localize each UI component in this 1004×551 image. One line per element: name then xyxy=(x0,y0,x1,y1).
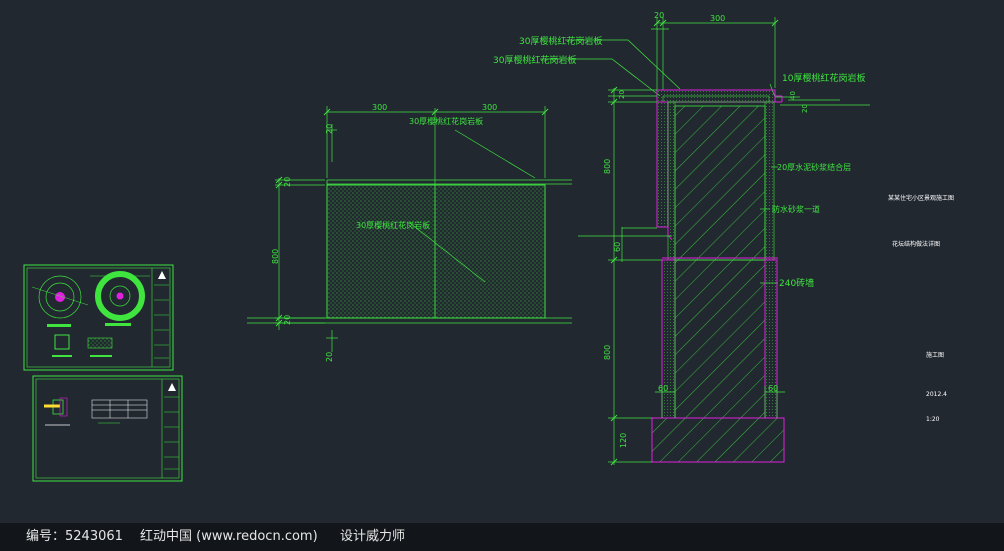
section-label-granite-30-a: 30厚樱桃红花岗岩板 xyxy=(519,35,602,47)
section-dim-20-top: 20 xyxy=(654,11,664,20)
title-stage: 施工图 xyxy=(926,351,944,359)
section-drawing: 20 300 30厚樱桃红花岗岩板 30厚樱桃红花岗岩板 10厚樱桃红花岗岩板 … xyxy=(493,11,870,466)
section-footing xyxy=(651,417,785,463)
thumbnail-sheet-1[interactable] xyxy=(23,264,174,371)
section-dim-40: 40 xyxy=(789,91,797,100)
elevation-dim-800: 800 xyxy=(271,249,280,264)
elevation-dim-20-below: 20 xyxy=(325,352,334,362)
elevation-dim-20-bottom: 20 xyxy=(283,315,292,325)
elevation-granite-panels xyxy=(326,108,572,319)
footer-designer[interactable]: 设计威力师 xyxy=(340,523,405,551)
thumb-planter-plan-2 xyxy=(90,271,150,321)
cad-drawing-canvas: 300 300 20 20 800 20 20 30厚樱桃红花岗岩板 30厚樱桃… xyxy=(23,11,954,482)
elevation-dim-20-top: 20 xyxy=(325,124,334,134)
title-drawing-name: 花坛结构做法详图 xyxy=(892,240,940,248)
section-dim-60-left: 60 xyxy=(658,384,668,393)
title-scale: 1:20 xyxy=(926,416,940,423)
section-dim-20-side: 20 xyxy=(801,104,809,113)
watermark-footer: 编号：5243061 红动中国 (www.redocn.com) 设计威力师 xyxy=(0,523,1004,551)
section-label-wall: 240砖墙 xyxy=(779,277,814,289)
section-label-mortar: 20厚水泥砂浆结合层 xyxy=(777,162,851,172)
section-dim-60-right: 60 xyxy=(768,384,778,393)
section-label-granite-30-b: 30厚樱桃红花岗岩板 xyxy=(493,54,576,66)
elevation-dim-20-left: 20 xyxy=(283,177,292,187)
section-dim-120: 120 xyxy=(619,433,628,448)
elevation-ground-lines xyxy=(247,317,572,324)
thumb-planter-plan-1 xyxy=(31,275,89,319)
elevation-drawing: 300 300 20 20 800 20 20 30厚樱桃红花岗岩板 30厚樱桃… xyxy=(247,103,572,362)
section-dim-60-mid: 60 xyxy=(613,242,622,252)
elevation-label-top: 30厚樱桃红花岗岩板 xyxy=(409,116,483,126)
section-dim-800-lower: 800 xyxy=(603,345,612,360)
elevation-dim-300-left: 300 xyxy=(372,103,387,112)
footer-site[interactable]: 红动中国 (www.redocn.com) xyxy=(140,523,318,551)
thumb-titleblock-2 xyxy=(164,383,179,470)
elevation-label-center: 30厚樱桃红花岗岩板 xyxy=(356,220,430,230)
section-label-granite-10: 10厚樱桃红花岗岩板 xyxy=(782,72,865,84)
section-label-waterproof: 防水砂浆一道 xyxy=(772,204,820,214)
section-dim-800-upper: 800 xyxy=(603,159,612,174)
thumbnail-sheet-2[interactable] xyxy=(32,375,183,482)
section-dim-20-left: 20 xyxy=(618,90,626,99)
footer-id: 编号：5243061 xyxy=(26,529,123,544)
section-coping xyxy=(656,89,783,103)
title-date: 2012.4 xyxy=(926,391,947,398)
section-top-dimensions xyxy=(651,17,779,90)
thumb-table xyxy=(91,399,148,424)
title-block: 某某住宅小区景观施工图 花坛结构做法详图 施工图 2012.4 1:20 xyxy=(888,194,954,423)
section-dim-300-top: 300 xyxy=(710,14,725,23)
thumb-section-detail xyxy=(44,397,70,426)
title-project-name: 某某住宅小区景观施工图 xyxy=(888,194,954,202)
section-upper-wall xyxy=(656,101,775,261)
elevation-dim-300-right: 300 xyxy=(482,103,497,112)
section-lower-wall xyxy=(661,259,778,419)
thumb-titleblock-1 xyxy=(154,271,169,359)
